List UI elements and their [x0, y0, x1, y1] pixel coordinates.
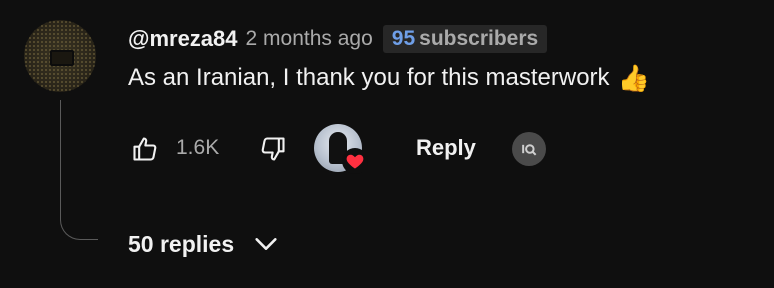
replies-count: 50 replies [128, 230, 235, 257]
thread-line [60, 100, 98, 240]
avatar-icon [50, 50, 74, 66]
creator-heart-icon [346, 154, 364, 169]
comment-header: @mreza84 2 months ago 95 subscribers [128, 22, 548, 56]
chevron-down-icon [255, 238, 277, 250]
like-button[interactable] [128, 132, 162, 166]
creator-heart[interactable] [314, 124, 368, 174]
subscriber-label: subscribers [419, 27, 539, 50]
comment-timestamp[interactable]: 2 months ago [246, 27, 373, 51]
extension-icon [522, 144, 537, 156]
creator-heart-badge [342, 148, 368, 174]
thumbs-up-icon [133, 137, 157, 161]
reply-button[interactable]: Reply [400, 128, 492, 168]
commenter-avatar[interactable] [24, 20, 96, 92]
like-count: 1.6K [176, 136, 220, 159]
thumbs-up-emoji: 👍 [617, 63, 650, 93]
comment-text: As an Iranian, I thank you for this mast… [128, 64, 610, 91]
comment-author[interactable]: @mreza84 [128, 26, 238, 52]
subscriber-badge: 95 subscribers [382, 25, 548, 53]
replies-toggle[interactable]: 50 replies [128, 224, 280, 264]
comment-text-row: As an Iranian, I thank you for this mast… [128, 64, 650, 92]
subscriber-count: 95 [391, 27, 416, 50]
comment-actions: 1.6K Reply [128, 124, 568, 174]
dislike-button[interactable] [256, 132, 290, 166]
extension-button[interactable] [512, 132, 546, 166]
thumbs-down-icon [261, 137, 285, 161]
